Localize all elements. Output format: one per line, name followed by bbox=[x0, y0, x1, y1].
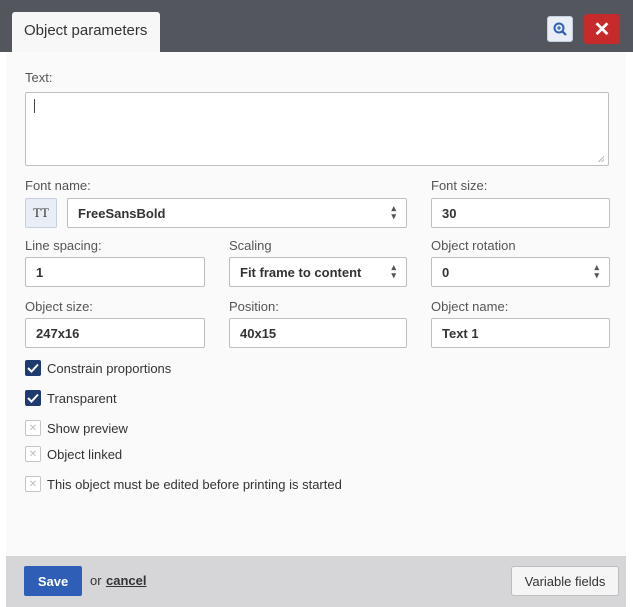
font-style-icon: TT bbox=[33, 205, 49, 220]
font-size-input[interactable]: 30 bbox=[431, 198, 610, 228]
font-name-select[interactable]: FreeSansBold ▴ ▾ bbox=[67, 198, 407, 228]
text-label: Text: bbox=[25, 70, 53, 85]
variable-fields-button[interactable]: Variable fields bbox=[511, 566, 619, 596]
checkbox-disabled-icon[interactable]: ✕ bbox=[25, 420, 41, 436]
checkbox-label: Transparent bbox=[47, 390, 117, 406]
line-spacing-input[interactable]: 1 bbox=[25, 257, 205, 287]
text-caret bbox=[34, 99, 35, 113]
position-label: Position: bbox=[229, 299, 279, 314]
save-button[interactable]: Save bbox=[24, 566, 82, 596]
transparent-checkbox[interactable]: Transparent bbox=[25, 389, 117, 407]
object-rotation-select[interactable]: 0 ▴ ▾ bbox=[431, 257, 610, 287]
checkbox-disabled-icon[interactable]: ✕ bbox=[25, 446, 41, 462]
checkbox-label: Constrain proportions bbox=[47, 360, 172, 376]
zoom-in-icon bbox=[553, 22, 567, 36]
checkbox-checked-icon[interactable] bbox=[25, 390, 41, 406]
constrain-proportions-checkbox[interactable]: Constrain proportions bbox=[25, 359, 171, 377]
line-spacing-label: Line spacing: bbox=[25, 238, 102, 253]
object-name-value: Text 1 bbox=[442, 326, 479, 341]
line-spacing-value: 1 bbox=[36, 265, 44, 280]
checkbox-disabled-icon[interactable]: ✕ bbox=[25, 476, 41, 492]
scaling-value: Fit frame to content bbox=[240, 265, 362, 280]
checkbox-checked-icon[interactable] bbox=[25, 360, 41, 376]
position-value: 40x15 bbox=[240, 326, 277, 341]
font-name-label: Font name: bbox=[25, 178, 91, 193]
object-size-value: 247x16 bbox=[36, 326, 80, 341]
dialog-footer: Save or cancel Variable fields bbox=[6, 556, 626, 607]
object-rotation-value: 0 bbox=[442, 265, 450, 280]
checkbox-label: This object must be edited before printi… bbox=[47, 476, 342, 492]
or-text: or bbox=[90, 573, 102, 588]
object-linked-checkbox[interactable]: ✕ Object linked bbox=[25, 445, 122, 463]
font-style-button[interactable]: TT bbox=[25, 198, 57, 228]
tab-object-parameters[interactable]: Object parameters bbox=[12, 12, 160, 52]
zoom-button[interactable] bbox=[547, 16, 573, 42]
object-name-label: Object name: bbox=[431, 299, 509, 314]
object-size-label: Object size: bbox=[25, 299, 93, 314]
object-rotation-label: Object rotation bbox=[431, 238, 516, 253]
cancel-link[interactable]: cancel bbox=[106, 573, 146, 588]
resize-handle-icon[interactable] bbox=[596, 154, 604, 162]
scaling-select[interactable]: Fit frame to content ▴ ▾ bbox=[229, 257, 407, 287]
close-icon: ✕ bbox=[593, 18, 611, 41]
dialog-header: Object parameters ✕ bbox=[0, 0, 633, 52]
object-size-input[interactable]: 247x16 bbox=[25, 318, 205, 348]
select-arrows-icon: ▴ ▾ bbox=[594, 262, 599, 280]
checkbox-label: Object linked bbox=[47, 446, 123, 462]
select-arrows-icon: ▴ ▾ bbox=[391, 203, 396, 221]
text-input[interactable] bbox=[25, 92, 609, 166]
object-name-input[interactable]: Text 1 bbox=[431, 318, 610, 348]
show-preview-checkbox[interactable]: ✕ Show preview bbox=[25, 419, 128, 437]
close-button[interactable]: ✕ bbox=[584, 14, 620, 44]
font-name-value: FreeSansBold bbox=[78, 206, 166, 221]
must-edit-before-print-checkbox[interactable]: ✕ This object must be edited before prin… bbox=[25, 475, 342, 493]
font-size-value: 30 bbox=[442, 206, 457, 221]
scaling-label: Scaling bbox=[229, 238, 272, 253]
select-arrows-icon: ▴ ▾ bbox=[391, 262, 396, 280]
font-size-label: Font size: bbox=[431, 178, 488, 193]
checkbox-label: Show preview bbox=[47, 420, 128, 436]
position-input[interactable]: 40x15 bbox=[229, 318, 407, 348]
